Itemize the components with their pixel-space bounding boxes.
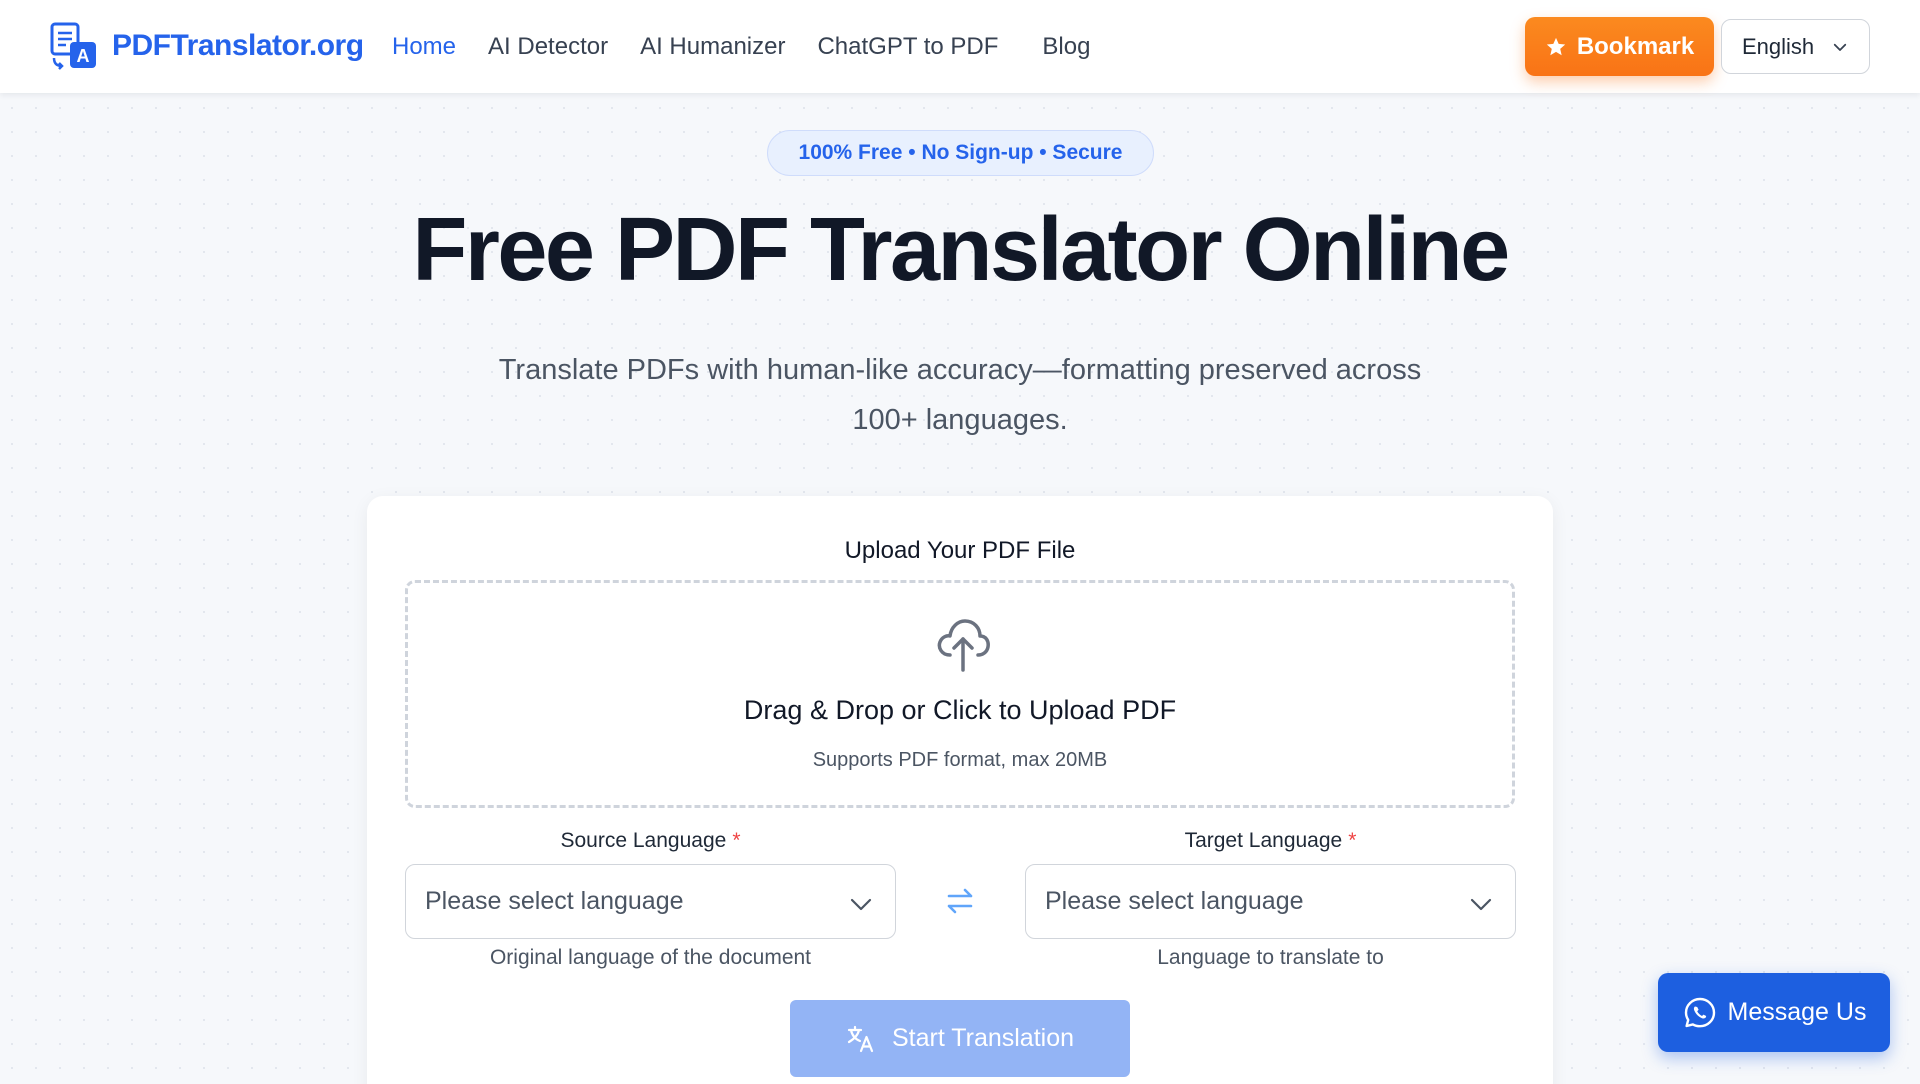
target-language-placeholder: Please select language xyxy=(1045,887,1304,915)
star-icon xyxy=(1546,37,1565,55)
dropzone-title: Drag & Drop or Click to Upload PDF xyxy=(743,695,1177,725)
required-mark: * xyxy=(732,829,741,852)
source-language-select[interactable]: Please select language xyxy=(405,864,896,939)
translate-logo-icon: A xyxy=(50,22,96,70)
source-language-placeholder: Please select language xyxy=(425,887,684,915)
target-language-label: Target Language * xyxy=(1025,829,1516,853)
nav-home[interactable]: Home xyxy=(392,33,456,61)
start-translation-label: Start Translation xyxy=(891,1024,1075,1052)
bookmark-button[interactable]: Bookmark xyxy=(1525,17,1714,76)
site-logo[interactable]: A PDFTranslator.org xyxy=(50,22,364,70)
language-select[interactable]: English xyxy=(1721,19,1870,74)
required-mark: * xyxy=(1348,829,1357,852)
bookmark-label: Bookmark xyxy=(1576,32,1695,60)
subtitle-line-2: 100+ languages. xyxy=(852,404,1068,436)
message-us-button[interactable]: Message Us xyxy=(1658,973,1890,1052)
nav-ai-humanizer[interactable]: AI Humanizer xyxy=(640,33,785,61)
whatsapp-icon xyxy=(1684,997,1715,1027)
nav-chatgpt-to-pdf[interactable]: ChatGPT to PDF xyxy=(817,33,998,61)
upload-label: Upload Your PDF File xyxy=(844,537,1076,564)
source-language-label-text: Source Language xyxy=(560,829,727,852)
target-language-label-text: Target Language xyxy=(1184,829,1343,852)
nav-blog[interactable]: Blog xyxy=(1042,33,1090,61)
cloud-upload-icon xyxy=(937,619,990,672)
target-language-select[interactable]: Please select language xyxy=(1025,864,1516,939)
page-title: Free PDF Translator Online xyxy=(412,200,1510,300)
language-value: English xyxy=(1742,33,1815,59)
subtitle-line-1: Translate PDFs with human-like accuracy—… xyxy=(498,354,1422,386)
features-badge: 100% Free • No Sign-up • Secure xyxy=(767,130,1154,176)
message-us-label: Message Us xyxy=(1727,998,1867,1026)
source-language-helper: Original language of the document xyxy=(489,946,812,969)
logo-text: PDFTranslator.org xyxy=(112,29,364,62)
source-language-label: Source Language * xyxy=(405,829,896,853)
swap-arrows-icon[interactable] xyxy=(943,884,977,918)
page-subtitle: Translate PDFs with human-like accuracy—… xyxy=(460,345,1460,445)
svg-text:A: A xyxy=(77,46,90,66)
nav-ai-detector[interactable]: AI Detector xyxy=(488,33,608,61)
main-nav: Home AI Detector AI Humanizer ChatGPT to… xyxy=(392,0,1122,93)
site-header: A PDFTranslator.org Home AI Detector AI … xyxy=(0,0,1920,93)
translate-icon xyxy=(847,1025,874,1052)
pdf-dropzone[interactable]: Drag & Drop or Click to Upload PDF Suppo… xyxy=(405,580,1515,808)
dropzone-subtitle: Supports PDF format, max 20MB xyxy=(812,749,1108,771)
start-translation-button[interactable]: Start Translation xyxy=(790,1000,1130,1077)
chevron-down-icon xyxy=(850,898,872,911)
chevron-down-icon xyxy=(1470,898,1492,911)
target-language-helper: Language to translate to xyxy=(1157,946,1384,969)
chevron-down-icon xyxy=(1833,43,1847,51)
